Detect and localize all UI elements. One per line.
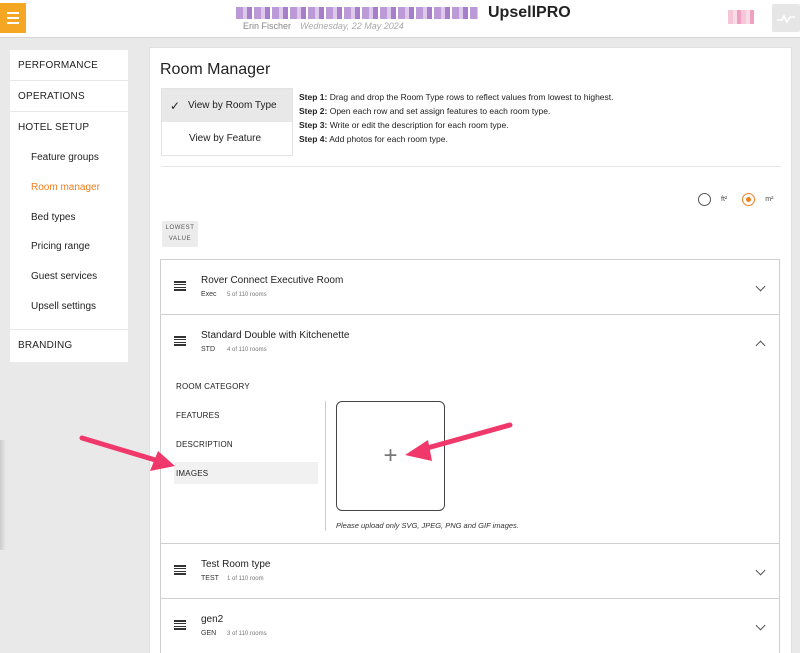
sidebar-performance[interactable]: PERFORMANCE — [10, 50, 128, 81]
step-line: Step 2: Open each row and set assign fea… — [299, 106, 551, 116]
ft2-label: ft² — [721, 196, 728, 203]
tab-room-category[interactable]: ROOM CATEGORY — [174, 375, 318, 397]
plus-icon: + — [383, 442, 398, 469]
view-toggle: ✓ View by Room Type View by Feature — [161, 88, 293, 156]
divider — [161, 166, 781, 167]
room-count: 3 of 110 rooms — [227, 631, 267, 637]
m2-label: m² — [765, 196, 774, 203]
activity-icon — [777, 14, 795, 24]
menu-icon — [7, 12, 19, 14]
image-upload-button[interactable]: + — [336, 401, 445, 511]
m2-radio[interactable] — [742, 193, 756, 206]
step-line: Step 1: Drag and drop the Room Type rows… — [299, 92, 614, 102]
sidebar: PERFORMANCE OPERATIONS HOTEL SETUP Featu… — [10, 50, 128, 362]
room-row[interactable]: Test Room type TEST 1 of 110 room — [161, 544, 779, 599]
drag-handle-icon[interactable] — [174, 620, 186, 630]
sidebar-item-guest-services[interactable]: Guest services — [10, 262, 128, 292]
sidebar-item-bed-types[interactable]: Bed types — [10, 202, 128, 232]
room-row[interactable]: gen2 GEN 3 of 110 rooms — [161, 599, 779, 653]
tab-features[interactable]: FEATURES — [174, 404, 318, 426]
top-header: UpsellPRO Erin Fischer Wednesday, 22 May… — [0, 0, 800, 38]
room-code: Exec — [201, 291, 217, 298]
room-name: Standard Double with Kitchenette — [201, 330, 350, 341]
page-title: Room Manager — [160, 61, 271, 78]
room-count: 5 of 110 rooms — [227, 292, 267, 298]
current-date: Wednesday, 22 May 2024 — [300, 21, 404, 31]
language-flag-redacted[interactable] — [728, 10, 754, 24]
sidebar-item-pricing-range[interactable]: Pricing range — [10, 232, 128, 262]
step-line: Step 4: Add photos for each room type. — [299, 134, 448, 144]
step-line: Step 3: Write or edit the description fo… — [299, 120, 509, 130]
hotel-name-redacted — [236, 7, 478, 19]
activity-button[interactable] — [772, 4, 800, 32]
drag-handle-icon[interactable] — [174, 565, 186, 575]
lowest-value-badge: LOWEST VALUE — [162, 221, 198, 247]
sidebar-hotel-setup[interactable]: HOTEL SETUP — [10, 112, 128, 143]
menu-button[interactable] — [0, 3, 26, 33]
check-icon: ✓ — [169, 98, 181, 113]
room-name: Rover Connect Executive Room — [201, 275, 344, 286]
room-count: 4 of 110 rooms — [227, 347, 267, 353]
room-row-expanded: Standard Double with Kitchenette STD 4 o… — [161, 315, 779, 544]
instructions: Step 1: Drag and drop the Room Type rows… — [299, 90, 614, 146]
view-by-room-type-button[interactable]: ✓ View by Room Type — [162, 89, 292, 122]
room-code: GEN — [201, 630, 217, 637]
upload-note: Please upload only SVG, JPEG, PNG and GI… — [336, 521, 519, 530]
tab-divider — [325, 401, 326, 531]
tab-description[interactable]: DESCRIPTION — [174, 433, 318, 455]
room-code: TEST — [201, 575, 219, 582]
chevron-up-icon[interactable] — [755, 340, 766, 351]
ft2-radio[interactable] — [698, 193, 711, 206]
app-name: UpsellPRO — [488, 4, 571, 21]
drag-handle-icon[interactable] — [174, 336, 186, 346]
room-code: STD — [201, 346, 215, 353]
room-count: 1 of 110 room — [227, 576, 264, 582]
main-panel: Room Manager ✓ View by Room Type View by… — [149, 47, 792, 653]
room-name: Test Room type — [201, 559, 271, 570]
user-name: Erin Fischer — [243, 21, 292, 31]
sidebar-item-upsell-settings[interactable]: Upsell settings — [10, 291, 128, 321]
chevron-down-icon[interactable] — [755, 281, 766, 292]
view-by-feature-button[interactable]: View by Feature — [162, 122, 292, 155]
drag-handle-icon[interactable] — [174, 281, 186, 291]
chevron-down-icon[interactable] — [755, 565, 766, 576]
room-detail-tabs: ROOM CATEGORY FEATURES DESCRIPTION IMAGE… — [174, 375, 318, 491]
unit-selector: ft² m² — [698, 193, 788, 206]
sidebar-item-feature-groups[interactable]: Feature groups — [10, 143, 128, 173]
left-edge-shadow — [0, 440, 6, 550]
sidebar-branding[interactable]: BRANDING — [10, 330, 128, 361]
room-list: Rover Connect Executive Room Exec 5 of 1… — [160, 259, 780, 653]
room-name: gen2 — [201, 614, 224, 625]
tab-images[interactable]: IMAGES — [174, 462, 318, 484]
room-row[interactable]: Rover Connect Executive Room Exec 5 of 1… — [161, 260, 779, 315]
sidebar-operations[interactable]: OPERATIONS — [10, 81, 128, 112]
sidebar-item-room-manager[interactable]: Room manager — [10, 173, 128, 203]
chevron-down-icon[interactable] — [755, 620, 766, 631]
